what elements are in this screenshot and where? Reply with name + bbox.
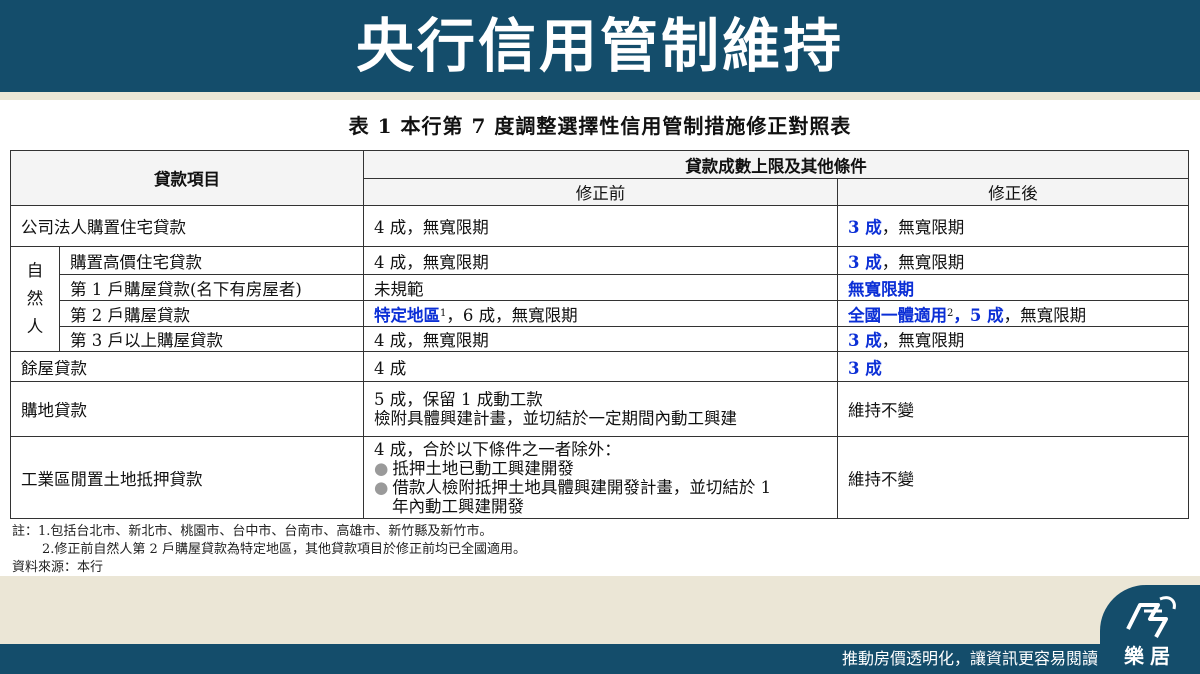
row-land-before: 5 成，保留 1 成動工款 檢附具體興建計畫，並切結於一定期間內動工興建: [363, 381, 838, 437]
row-corp-after: 3 成，無寬限期: [837, 205, 1189, 247]
bullet-icon: ●: [374, 477, 389, 497]
footnote-2: 2.修正前自然人第 2 戶購屋貸款為特定地區，其他貸款項目於修正前均已全國適用。: [42, 542, 526, 557]
after-rest: ，無寬限期: [881, 218, 965, 237]
page-title: 央行信用管制維持: [355, 12, 844, 80]
row-land-item: 購地貸款: [10, 381, 364, 437]
row-first-after: 無寬限期: [837, 274, 1189, 301]
row-surplus-after: 3 成: [837, 351, 1189, 382]
footnotes: 註：1.包括台北市、新北市、桃園市、台中市、台南市、高雄市、新竹縣及新竹市。 2…: [12, 523, 526, 577]
row-industrial-item: 工業區閒置土地抵押貸款: [10, 436, 364, 519]
row-second-before: 特定地區 1 ，6 成，無寬限期: [363, 300, 838, 327]
source-note: 資料來源：本行: [12, 560, 104, 575]
after-highlight: 無寬限期: [848, 279, 914, 299]
bullet-item: ● 借款人檢附抵押土地具體興建開發計畫，並切結於 1: [374, 478, 771, 497]
label-char: 自: [26, 261, 44, 280]
after-rest: ，無寬限期: [881, 331, 965, 350]
header-loan-conditions: 貸款成數上限及其他條件: [363, 150, 1189, 179]
after-highlight-2: ，5 成: [953, 305, 1004, 325]
row-third-after: 3 成，無寬限期: [837, 326, 1189, 352]
bullet-text-cont: 年內動工興建開發: [392, 496, 524, 516]
header-after: 修正後: [837, 178, 1189, 206]
row-second-after: 全國一體適用 2 ，5 成，無寬限期: [837, 300, 1189, 327]
header-before: 修正前: [363, 178, 838, 206]
house-logo-icon: [1126, 596, 1176, 638]
header-loan-item: 貸款項目: [10, 150, 364, 206]
row-first-before: 未規範: [363, 274, 838, 301]
row-land-after: 維持不變: [837, 381, 1189, 437]
before-line: 4 成，合於以下條件之一者除外：: [374, 439, 621, 459]
before-rest: ，6 成，無寬限期: [446, 305, 578, 325]
row-first-item: 第 1 戶購屋貸款(名下有房屋者): [59, 274, 364, 301]
row-industrial-before: 4 成，合於以下條件之一者除外： ● 抵押土地已動工興建開發 ● 借款人檢附抵押土地…: [363, 436, 838, 519]
table-title: 表 1 本行第 7 度調整選擇性信用管制措施修正對照表: [348, 114, 852, 138]
after-rest: ，無寬限期: [881, 252, 965, 272]
row-second-item: 第 2 戶購屋貸款: [59, 300, 364, 327]
row-industrial-after: 維持不變: [837, 436, 1189, 519]
footer-bar: 推動房價透明化，讓資訊更容易閱讀: [0, 644, 1200, 674]
row-corp-before: 4 成，無寬限期: [363, 205, 838, 247]
after-rest: ，無寬限期: [1003, 305, 1087, 325]
row-surplus-before: 4 成: [363, 351, 838, 382]
row-high-after: 3 成，無寬限期: [837, 246, 1189, 275]
row-third-item: 第 3 戶以上購屋貸款: [59, 326, 364, 352]
after-highlight: 3 成: [848, 252, 882, 272]
label-char: 然: [26, 289, 44, 308]
before-line: 檢附具體興建計畫，並切結於一定期間內動工興建: [374, 409, 737, 428]
natural-person-label: 自 然 人: [10, 246, 60, 352]
row-high-item: 購置高價住宅貸款: [59, 246, 364, 275]
row-corp-item: 公司法人購置住宅貸款: [10, 205, 364, 247]
bullet-icon: ●: [374, 458, 389, 478]
label-char: 人: [26, 317, 44, 336]
row-high-before: 4 成，無寬限期: [363, 246, 838, 275]
row-third-before: 4 成，無寬限期: [363, 326, 838, 352]
logo-text: 樂居: [1124, 644, 1176, 668]
row-surplus-item: 餘屋貸款: [10, 351, 364, 382]
bullet-text: 抵押土地已動工興建開發: [392, 458, 574, 478]
after-highlight: 3 成: [848, 218, 882, 237]
footnote-1: 註：1.包括台北市、新北市、桃園市、台中市、台南市、高雄市、新竹縣及新竹市。: [12, 524, 493, 539]
after-highlight: 3 成: [848, 331, 882, 350]
footer-slogan: 推動房價透明化，讓資訊更容易閱讀: [841, 649, 1098, 668]
bullet-item: ● 抵押土地已動工興建開發: [374, 459, 574, 478]
bullet-text: 借款人檢附抵押土地具體興建開發計畫，並切結於 1: [392, 477, 772, 497]
before-line: 5 成，保留 1 成動工款: [374, 390, 543, 409]
before-highlight: 特定地區: [374, 305, 440, 325]
after-highlight: 全國一體適用: [848, 305, 947, 325]
after-highlight: 3 成: [848, 358, 882, 378]
